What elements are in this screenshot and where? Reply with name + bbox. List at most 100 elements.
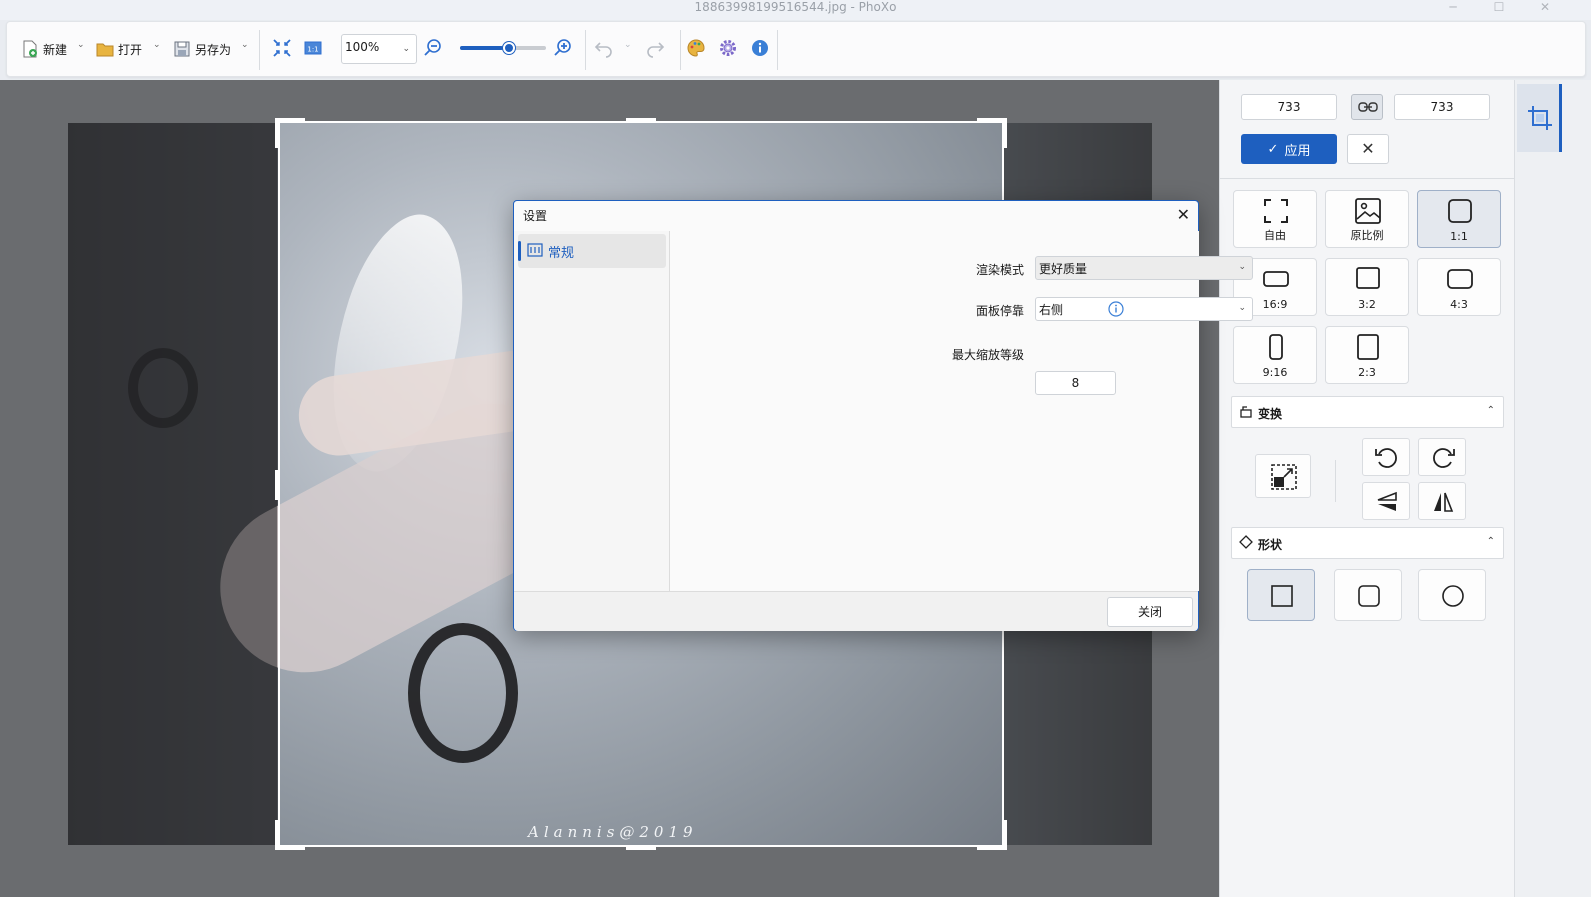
shape-rectangle-button[interactable] <box>1247 569 1315 621</box>
toolbar-divider <box>259 30 260 70</box>
new-button[interactable]: 新建 <box>21 36 67 62</box>
crop-handle-top-left[interactable] <box>275 118 305 122</box>
shape-rounded-rectangle-button[interactable] <box>1334 569 1402 621</box>
crop-shade-left <box>68 123 277 845</box>
free-crop-icon <box>1264 199 1288 223</box>
crop-handle-left[interactable] <box>275 470 279 500</box>
zoom-slider-thumb[interactable] <box>503 42 515 54</box>
ratio-2-3-button[interactable]: 2:3 <box>1325 326 1409 384</box>
actual-size-icon[interactable]: 1:1 <box>303 38 323 58</box>
chevron-down-icon: ⌄ <box>1238 262 1246 272</box>
ratio-9-16-button[interactable]: 9:16 <box>1233 326 1317 384</box>
redo-icon[interactable] <box>645 38 665 58</box>
portrait-rect-icon <box>1269 334 1283 360</box>
max-zoom-label: 最大缩放等级 <box>951 348 1024 362</box>
apply-label: 应用 <box>1284 143 1311 159</box>
crop-handle-bottom-left[interactable] <box>275 846 305 850</box>
maximize-button[interactable]: ☐ <box>1476 0 1522 16</box>
info-icon[interactable] <box>750 38 770 58</box>
height-input[interactable]: 733 <box>1394 94 1490 120</box>
new-dropdown-chevron-icon[interactable]: ⌄ <box>77 40 85 50</box>
open-label: 打开 <box>118 42 143 57</box>
zoom-level-select[interactable]: 100% ⌄ <box>341 34 417 64</box>
settings-nav: 常规 <box>514 231 670 591</box>
flip-vertical-button[interactable] <box>1362 482 1410 520</box>
crop-tool-tab[interactable] <box>1517 84 1562 152</box>
zoom-level-value: 100% <box>345 40 380 54</box>
tool-rail <box>1514 80 1591 897</box>
resize-canvas-button[interactable] <box>1255 454 1311 498</box>
ratio-free-button[interactable]: 自由 <box>1233 190 1317 248</box>
crop-handle-top-right[interactable] <box>1003 118 1007 148</box>
rotate-right-button[interactable] <box>1418 438 1466 476</box>
close-window-button[interactable]: ✕ <box>1522 0 1568 16</box>
info-icon[interactable] <box>1108 301 1124 317</box>
save-as-dropdown-chevron-icon[interactable]: ⌄ <box>241 40 249 50</box>
crop-handle-top-left[interactable] <box>275 118 279 148</box>
open-button[interactable]: 打开 <box>96 36 142 62</box>
transform-divider <box>1335 460 1336 502</box>
ratio-3-2-button[interactable]: 3:2 <box>1325 258 1409 316</box>
shape-ellipse-button[interactable] <box>1418 569 1486 621</box>
lock-aspect-button[interactable] <box>1351 94 1383 120</box>
crop-handle-top[interactable] <box>626 118 656 122</box>
crop-handle-bottom[interactable] <box>626 846 656 850</box>
ratio-label: 3:2 <box>1358 298 1376 311</box>
render-mode-select[interactable]: 更好质量 ⌄ <box>1035 256 1253 280</box>
apply-button[interactable]: ✓ 应用 <box>1241 134 1337 164</box>
title-bar: 18863998199516544.jpg - PhoXo ─ ☐ ✕ <box>0 0 1591 20</box>
ratio-label: 4:3 <box>1450 298 1468 311</box>
ratio-4-3-button[interactable]: 4:3 <box>1417 258 1501 316</box>
flip-horizontal-button[interactable] <box>1418 482 1466 520</box>
fit-window-icon[interactable] <box>272 38 292 58</box>
nav-item-general[interactable]: 常规 <box>518 234 666 268</box>
shape-section-header[interactable]: 形状 ⌃ <box>1231 527 1504 559</box>
ratio-original-button[interactable]: 原比例 <box>1325 190 1409 248</box>
diamond-icon <box>1239 535 1253 549</box>
flip-vertical-icon <box>1377 491 1397 511</box>
zoom-in-icon[interactable] <box>553 38 573 58</box>
ratio-1-1-button[interactable]: 1:1 <box>1417 190 1501 248</box>
rounded-rectangle-icon <box>1358 585 1380 607</box>
undo-icon[interactable] <box>594 38 614 58</box>
transform-header-label: 变换 <box>1258 407 1283 421</box>
landscape-rect-icon <box>1263 271 1289 287</box>
circle-icon <box>1442 585 1464 607</box>
palette-icon[interactable] <box>686 38 706 58</box>
max-zoom-input[interactable]: 8 <box>1035 371 1116 395</box>
image-icon <box>1355 198 1381 224</box>
transform-section-header[interactable]: 变换 ⌃ <box>1231 396 1504 428</box>
dialog-close-button[interactable]: 关闭 <box>1107 597 1193 627</box>
settings-content: 渲染模式 更好质量 ⌄ 面板停靠 右侧 ⌄ 最大缩放等级 8 <box>671 231 1253 591</box>
check-icon: ✓ <box>1267 141 1279 157</box>
minimize-button[interactable]: ─ <box>1430 0 1476 16</box>
dialog-close-icon[interactable]: ✕ <box>1177 205 1190 224</box>
ratio-label: 1:1 <box>1450 230 1468 243</box>
render-mode-label: 渲染模式 <box>975 263 1024 277</box>
square-icon <box>1448 199 1472 223</box>
close-icon: ✕ <box>1361 139 1375 158</box>
crop-handle-bottom-right[interactable] <box>1003 820 1007 850</box>
transform-icon <box>1240 406 1252 418</box>
save-as-button[interactable]: 另存为 <box>173 36 231 62</box>
save-icon <box>174 41 190 57</box>
gear-icon[interactable] <box>718 38 738 58</box>
window-title: 18863998199516544.jpg - PhoXo <box>694 0 897 14</box>
rotate-left-button[interactable] <box>1362 438 1410 476</box>
toolbar: 新建 ⌄ 打开 ⌄ 另存为 ⌄ 1:1 100% ⌄ ⌄ <box>6 21 1586 77</box>
selected-indicator <box>518 241 521 261</box>
link-icon <box>1358 102 1378 112</box>
cancel-crop-button[interactable]: ✕ <box>1347 134 1389 164</box>
open-dropdown-chevron-icon[interactable]: ⌄ <box>153 40 161 50</box>
panel-dock-select[interactable]: 右侧 ⌄ <box>1035 297 1253 321</box>
width-input[interactable]: 733 <box>1241 94 1337 120</box>
new-file-icon <box>23 40 37 58</box>
undo-dropdown-chevron-icon[interactable]: ⌄ <box>624 40 632 50</box>
dialog-footer: 关闭 <box>514 591 1198 631</box>
nav-general-label: 常规 <box>548 246 575 261</box>
ratio-label: 自由 <box>1264 229 1286 242</box>
zoom-out-icon[interactable] <box>423 38 443 58</box>
toolbar-divider <box>680 30 681 70</box>
panel-divider <box>1220 178 1514 179</box>
crop-handle-bottom-left[interactable] <box>275 820 279 850</box>
